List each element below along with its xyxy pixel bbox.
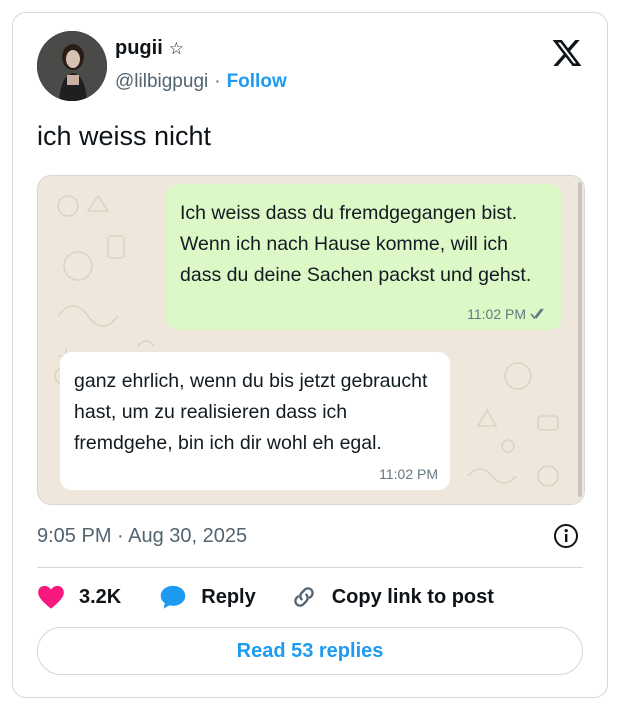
- action-bar: 3.2K Reply Copy link to post: [37, 583, 494, 611]
- tweet-timestamp[interactable]: 9:05 PM · Aug 30, 2025: [37, 525, 247, 548]
- incoming-message-bubble: ganz ehrlich, wenn du bis jetzt gebrauch…: [60, 352, 450, 490]
- avatar[interactable]: [37, 31, 107, 101]
- separator-dot: ·: [214, 71, 221, 92]
- outgoing-message-bubble: Ich weiss dass du fremdgegangen bist. We…: [166, 184, 562, 330]
- incoming-message-text: ganz ehrlich, wenn du bis jetzt gebrauch…: [74, 370, 428, 454]
- like-count: 3.2K: [79, 585, 122, 608]
- divider: [37, 567, 583, 568]
- tweet-card: pugii ☆ @lilbigpugi · Follow ich weiss n…: [12, 12, 608, 698]
- star-icon: ☆: [168, 38, 185, 58]
- reply-bubble-icon[interactable]: [159, 584, 187, 610]
- tweet-text: ich weiss nicht: [37, 121, 212, 151]
- copy-link-action[interactable]: Copy link to post: [290, 583, 494, 611]
- follow-button[interactable]: Follow: [227, 71, 287, 93]
- like-action[interactable]: 3.2K: [37, 584, 121, 610]
- outgoing-message-time: 11:02 PM: [467, 306, 526, 322]
- chat-scrollbar: [578, 182, 582, 497]
- author-name-row: pugii ☆: [115, 37, 184, 60]
- double-check-icon: [530, 308, 544, 320]
- link-icon[interactable]: [290, 583, 318, 611]
- author-name[interactable]: pugii: [115, 37, 163, 60]
- outgoing-message-text: Ich weiss dass du fremdgegangen bist. We…: [180, 202, 532, 286]
- reply-label: Reply: [201, 585, 256, 608]
- chat-screenshot[interactable]: Ich weiss dass du fremdgegangen bist. We…: [37, 175, 585, 505]
- x-logo-icon[interactable]: [551, 37, 583, 69]
- reply-action[interactable]: Reply: [159, 584, 256, 610]
- heart-icon[interactable]: [37, 584, 65, 610]
- info-icon[interactable]: [553, 523, 579, 549]
- read-replies-button[interactable]: Read 53 replies: [37, 627, 583, 675]
- author-handle[interactable]: @lilbigpugi: [115, 71, 208, 93]
- author-handle-row: @lilbigpugi · Follow: [115, 71, 287, 93]
- outgoing-message-meta: 11:02 PM: [467, 306, 548, 322]
- copy-link-label: Copy link to post: [331, 585, 494, 608]
- incoming-message-time: 11:02 PM: [379, 466, 438, 482]
